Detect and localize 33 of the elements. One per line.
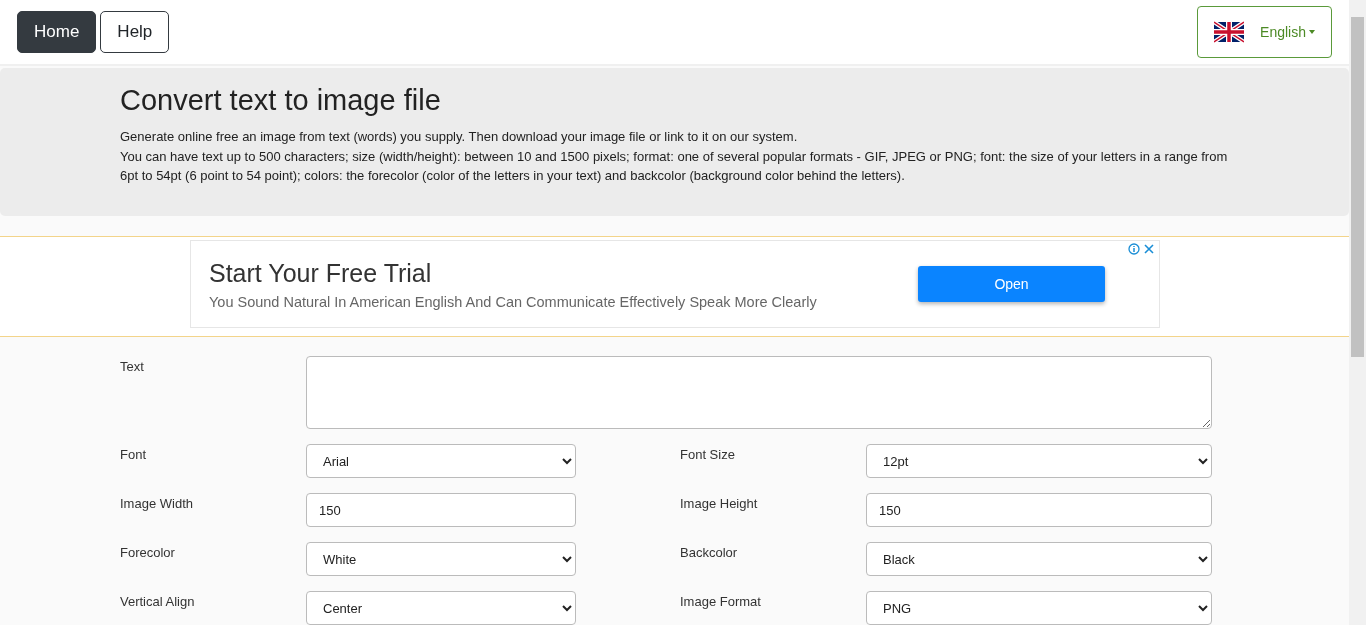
description-text: You can have text up to 500 characters; size (width/height): between 10 and 1500 pixels; format: one of several popular formats - GIF, JPEG or PNG; font: the size of your letters in a range from 6pt to 54pt (6 point to 54 point); colors: the forecolor (color of the letters in your text) and backcolor (background color behind the letters). (120, 147, 1229, 185)
field-label: Backcolor (680, 544, 739, 562)
nav-button[interactable]: Home (17, 11, 97, 53)
field-label: Font (120, 446, 147, 464)
info-icon[interactable] (1128, 243, 1140, 255)
dropdown[interactable]: PNG (866, 591, 1212, 625)
text-area[interactable] (306, 356, 1212, 429)
language-dropdown[interactable]: English (1197, 6, 1332, 58)
dropdown[interactable]: Black (866, 542, 1212, 576)
field-label: Text (120, 358, 145, 376)
dropdown[interactable]: 12pt (866, 444, 1212, 478)
dropdown[interactable]: Center (306, 591, 576, 625)
field-label: Forecolor (120, 544, 176, 562)
field-label: Font Size (680, 446, 736, 464)
scrollbar[interactable] (1349, 0, 1366, 625)
field-label: Image Height (680, 495, 759, 513)
input-field[interactable]: 150 (866, 493, 1212, 527)
input-field[interactable]: 150 (306, 493, 576, 527)
dropdown[interactable]: Arial (306, 444, 576, 478)
dropdown[interactable]: White (306, 542, 576, 576)
field-label: Image Width (120, 495, 194, 513)
open-button[interactable]: Open (918, 266, 1105, 302)
field-label: Vertical Align (120, 593, 196, 611)
ad-text[interactable]: You Sound Natural In American English And Can Communicate Effectively Speak More Clearly (209, 293, 817, 310)
page-title: Convert text to image file (120, 84, 442, 117)
description-text: Generate online free an image from text (words) you supply. Then download your image file or link to it on our system. (120, 128, 799, 146)
scrollbar-thumb[interactable] (1351, 17, 1364, 357)
field-label: Image Format (680, 593, 762, 611)
caret-icon (1309, 30, 1315, 34)
flag-icon (1214, 21, 1245, 43)
ad-title[interactable]: Start Your Free Trial (209, 258, 817, 288)
nav-button[interactable]: Help (100, 11, 170, 53)
close-icon[interactable] (1143, 243, 1155, 255)
